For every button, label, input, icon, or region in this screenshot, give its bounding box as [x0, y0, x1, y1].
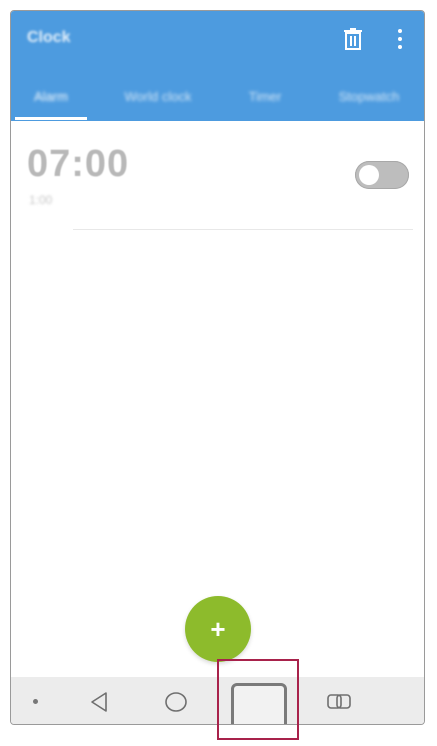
- alarm-time[interactable]: 07:00: [27, 143, 129, 186]
- tab-stopwatch[interactable]: Stopwatch: [321, 89, 417, 109]
- app-bar: Clock Alarm World clock Timer Stopwatch: [11, 11, 424, 121]
- home-icon[interactable]: [163, 690, 189, 714]
- dot-icon[interactable]: [33, 699, 38, 704]
- list-divider: [73, 229, 413, 230]
- toggle-knob: [359, 165, 379, 185]
- tab-alarm[interactable]: Alarm: [15, 89, 87, 109]
- back-icon[interactable]: [87, 690, 111, 714]
- dual-window-icon[interactable]: [327, 692, 353, 712]
- trash-icon[interactable]: [343, 28, 363, 50]
- app-title: Clock: [27, 29, 71, 46]
- tab-timer[interactable]: Timer: [235, 89, 295, 109]
- recents-highlight-box: [217, 659, 299, 740]
- tab-world-clock[interactable]: World clock: [103, 89, 213, 109]
- alarm-subtitle: 1:00: [29, 193, 53, 207]
- tab-bar: Alarm World clock Timer Stopwatch: [11, 81, 424, 121]
- tab-indicator: [15, 117, 87, 120]
- phone-screen: Clock Alarm World clock Timer Stopwatch …: [10, 10, 425, 725]
- add-alarm-button[interactable]: +: [185, 596, 251, 662]
- alarm-toggle[interactable]: [355, 161, 409, 189]
- more-icon[interactable]: [395, 27, 405, 51]
